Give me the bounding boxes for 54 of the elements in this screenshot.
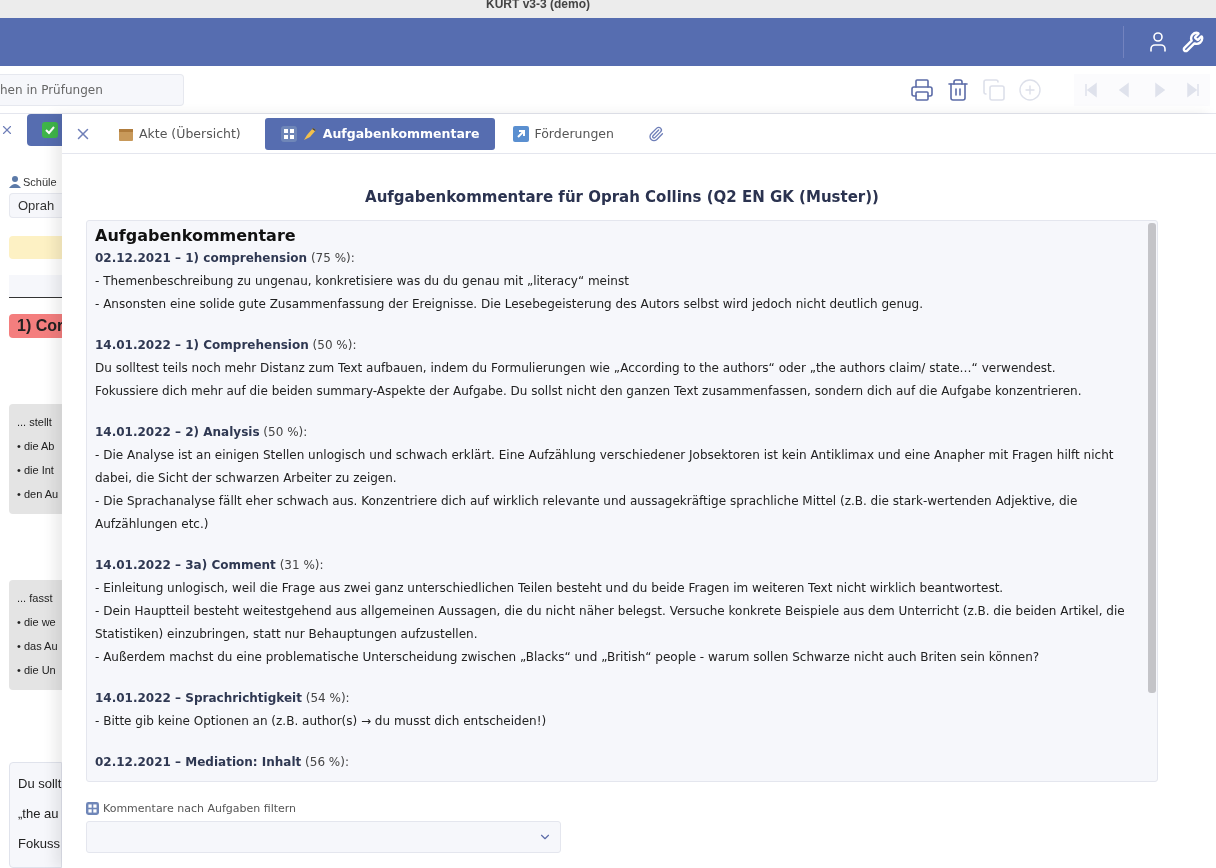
card-text: • die Int [17, 463, 55, 478]
comment-text: - Ansonsten eine solide gute Zusammenfassung der Ereignisse. Die Lesebegeisterung des Autors selbst wird jedoch nicht deutlich genug. [95, 296, 925, 313]
person-icon [9, 175, 21, 188]
entry-title: 14.01.2022 – Sprachrichtigkeit (54 %): [95, 690, 351, 707]
check-tab[interactable] [27, 114, 62, 146]
comments-heading: Aufgabenkommentare [95, 225, 297, 247]
comment-text: Fokussiere dich mehr auf die beiden summary-Aspekte der Aufgabe. Du sollst nicht den ganzen Text zusammenfassen, sondern dich auf die Aufgabe konzentrieren. [95, 383, 1083, 400]
settings-button[interactable] [1182, 31, 1204, 53]
entry-title: 14.01.2022 – 2) Analysis (50 %): [95, 424, 309, 441]
scrollbar-thumb[interactable] [1148, 223, 1156, 693]
entry-title: 14.01.2022 – 1) Comprehension (50 %): [95, 337, 358, 354]
entry-title: 02.12.2021 – Mediation: Inhalt (56 %): [95, 754, 350, 771]
copy-icon [982, 77, 1006, 102]
comment-text: - Bitte gib keine Optionen an (z.B. author(s) → du musst dich entscheiden!) [95, 713, 548, 730]
card-text: ... fasst [17, 591, 54, 606]
student-field[interactable]: Oprah [9, 193, 62, 218]
skip-icon [1083, 81, 1099, 98]
print-icon [910, 77, 934, 102]
student-label: Schüle [23, 175, 57, 188]
entry-title: 02.12.2021 – 1) comprehension (75 %): [95, 250, 356, 267]
paperclip-icon [647, 125, 664, 142]
input-field[interactable] [9, 274, 62, 298]
comment-text: - Die Analyse ist an einigen Stellen unlogisch und schwach erklärt. Eine Aufzählung verschiedener Jobsektoren ist kein Antiklimax und eine Anapher mit Fragen hilft nicht dabei, die Sicht der schwarzen Arbeiter zu zeigen. [95, 447, 1115, 487]
window-title: KURT v3-3 (demo) [486, 0, 590, 13]
highlight-bar [9, 235, 62, 259]
filter-label: Kommentare nach Aufgaben filtern [103, 802, 297, 815]
entry-title: 14.01.2022 – 3a) Comment (31 %): [95, 557, 325, 574]
search-field[interactable]: hen in Prüfungen [0, 73, 184, 106]
add-icon [1018, 77, 1042, 102]
card-text: • die Un [17, 663, 57, 678]
comment-text: - Die Sprachanalyse fällt eher schwach aus. Konzentriere dich auf wirklich relevante und aussagekräftige sprachliche Mittel (z.B. die stark-wertenden Adjektive, die Aufzählungen etc.) [95, 493, 1079, 533]
numbers-icon [86, 802, 99, 815]
comment-text: - Themenbeschreibung zu ungenau, konkretisiere was du du genau mit „literacy“ meinst [95, 273, 630, 290]
filter-select[interactable] [86, 821, 561, 853]
skip-icon [1185, 81, 1201, 98]
card-text: Fokuss [18, 835, 61, 853]
card-text: ... stellt [17, 415, 53, 430]
card-text: • die we [17, 615, 57, 630]
check-icon [42, 122, 58, 138]
comment-text: - Dein Hauptteil besteht weitestgehend aus allgemeinen Aussagen, die du nicht näher belegst. Versuche konkrete Beispiele aus dem Unterricht (z.B. die beiden Artikel, die Statistiken) einzubringen, statt nur Behauptungen aufzustellen. [95, 603, 1126, 643]
card-text: Du sollt [18, 775, 61, 793]
trash-icon [946, 77, 970, 102]
tab[interactable]: Akte (Übersicht) [108, 117, 257, 150]
comment-text: Du solltest teils noch mehr Distanz zum Text aufbauen, indem du Formulierungen wie „According to the authors“ oder „the authors claim/ state…“ verwendest. [95, 360, 1057, 377]
comment-text: - Außerdem machst du eine problematische Unterscheidung zwischen „Blacks“ und „British“ people - warum sollen Schwarze nicht auch Briten sein können? [95, 649, 1041, 666]
tab[interactable]: Förderungen [503, 117, 630, 150]
card-text: • das Au [17, 639, 59, 654]
tab[interactable]: Aufgabenkommentare [264, 117, 496, 150]
panel-title: Aufgabenkommentare für Oprah Collins (Q2 EN GK (Muster)) [364, 188, 880, 206]
numbers-icon [280, 125, 297, 142]
card-text: • den Au [17, 487, 60, 502]
comment-text: - Einleitung unlogisch, weil die Frage aus zwei ganz unterschiedlichen Teilen besteht und du beide Fragen im weiteren Text nicht wirklich beantwortest. [95, 580, 1005, 597]
card-text: „the au [18, 805, 60, 823]
card-text: • die Ab [17, 439, 56, 454]
